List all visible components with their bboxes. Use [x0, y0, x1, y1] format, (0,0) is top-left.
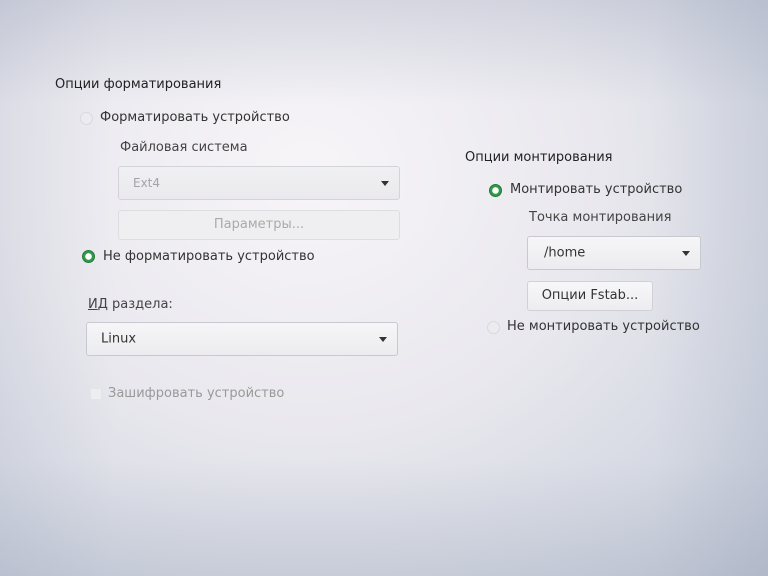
format-options-title: Опции форматирования: [55, 77, 222, 92]
filesystem-combobox[interactable]: Ext4: [118, 166, 400, 200]
chevron-down-icon: [379, 337, 387, 342]
filesystem-value: Ext4: [133, 176, 161, 190]
encrypt-checkbox[interactable]: [90, 388, 102, 400]
fstab-options-button[interactable]: Опции Fstab...: [527, 281, 653, 311]
mount-point-combobox[interactable]: /home: [527, 236, 701, 270]
chevron-down-icon: [381, 181, 389, 186]
format-device-label[interactable]: Форматировать устройство: [100, 110, 290, 125]
no-format-radio[interactable]: [82, 250, 95, 263]
mount-device-radio[interactable]: [489, 184, 502, 197]
parameters-button[interactable]: Параметры...: [118, 210, 400, 240]
mount-point-value: /home: [544, 245, 586, 261]
partition-id-combobox[interactable]: Linux: [86, 322, 398, 356]
mount-device-label[interactable]: Монтировать устройство: [510, 182, 682, 197]
format-device-radio[interactable]: [80, 112, 93, 125]
no-mount-label[interactable]: Не монтировать устройство: [507, 319, 700, 334]
no-mount-radio[interactable]: [487, 321, 500, 334]
filesystem-label: Файловая система: [120, 140, 248, 155]
no-format-label[interactable]: Не форматировать устройство: [103, 249, 315, 264]
mount-options-title: Опции монтирования: [465, 150, 613, 165]
partition-id-label: ИД раздела:: [88, 297, 173, 312]
partition-id-value: Linux: [101, 331, 137, 347]
encrypt-label[interactable]: Зашифровать устройство: [108, 386, 284, 401]
mount-point-label: Точка монтирования: [529, 210, 672, 225]
chevron-down-icon: [682, 251, 690, 256]
